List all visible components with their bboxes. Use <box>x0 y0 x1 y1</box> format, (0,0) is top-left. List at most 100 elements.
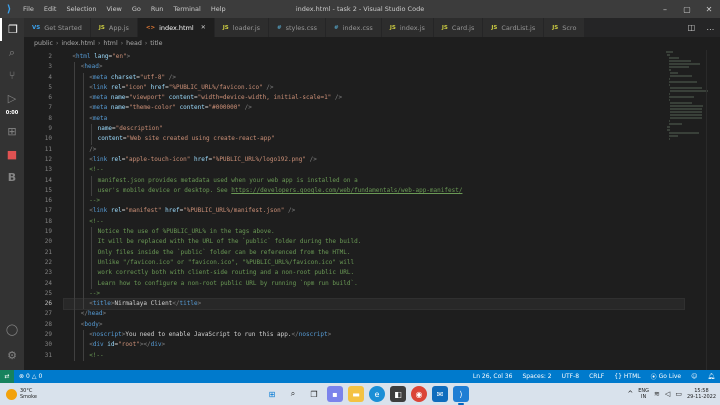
edge-icon[interactable]: e <box>369 386 385 402</box>
minimap[interactable] <box>664 50 708 370</box>
maximize-icon[interactable]: ▢ <box>676 0 698 18</box>
settings-gear-icon[interactable]: ⚙ <box>0 344 24 367</box>
code-line[interactable]: <meta name="theme-color" content="#00000… <box>64 103 684 113</box>
code-line[interactable]: --> <box>64 289 684 299</box>
source-control-icon[interactable]: ⑂ <box>0 64 24 87</box>
tab-get-started[interactable]: VS Get Started <box>24 18 91 37</box>
encoding[interactable]: UTF-8 <box>557 373 585 380</box>
code-line[interactable]: <meta name="viewport" content="width=dev… <box>64 93 684 103</box>
notifications-icon[interactable]: 🔔︎ <box>702 373 720 380</box>
breadcrumb-item[interactable]: head <box>126 40 142 47</box>
run-debug-icon[interactable]: ▷ <box>0 87 24 110</box>
chevron-up-icon[interactable]: ^ <box>627 390 633 398</box>
code-line[interactable]: <noscript>You need to enable JavaScript … <box>64 330 684 340</box>
tab-index-css[interactable]: # index.css <box>326 18 382 37</box>
chrome-icon[interactable]: ◉ <box>411 386 427 402</box>
code-line[interactable]: <meta <box>64 114 684 124</box>
code-line[interactable]: <head> <box>64 62 684 72</box>
code-line[interactable]: It will be replaced with the URL of the … <box>64 237 684 247</box>
code-line[interactable]: <html lang="en"> <box>64 52 684 62</box>
code-line[interactable]: manifest.json provides metadata used whe… <box>64 176 684 186</box>
code-line[interactable]: <!-- <box>64 217 684 227</box>
code-line[interactable]: <div id="root"></div> <box>64 340 684 350</box>
cursor-position[interactable]: Ln 26, Col 36 <box>468 373 518 380</box>
indentation[interactable]: Spaces: 2 <box>517 373 556 380</box>
token-link[interactable]: https://developers.google.com/web/fundam… <box>231 187 462 194</box>
code-line[interactable]: <!-- <box>64 351 684 361</box>
volume-icon[interactable]: ◁ <box>665 390 670 398</box>
tab-loader-js[interactable]: JS loader.js <box>214 18 270 37</box>
code-line[interactable]: Only files inside the `public` folder ca… <box>64 248 684 258</box>
menu-file[interactable]: File <box>18 0 39 18</box>
tab-close-icon[interactable]: ✕ <box>201 24 206 31</box>
stop-icon[interactable]: ■ <box>0 143 24 166</box>
code-line[interactable]: user's mobile device or desktop. See htt… <box>64 186 684 196</box>
code-line[interactable]: <body> <box>64 320 684 330</box>
menu-edit[interactable]: Edit <box>39 0 62 18</box>
problems-indicator[interactable]: ⊗ 0 △ 0 <box>14 373 47 380</box>
tab-app-js[interactable]: JS App.js <box>90 18 138 37</box>
task-view-icon[interactable]: ❐ <box>306 386 322 402</box>
code-line[interactable]: Learn how to configure a non-root public… <box>64 279 684 289</box>
tab-cardlist-js[interactable]: JS CardList.js <box>483 18 545 37</box>
code-line[interactable]: </head> <box>64 309 684 319</box>
code-line[interactable]: content="Web site created using create-r… <box>64 134 684 144</box>
code-line[interactable]: <title>Nirmalaya Client</title> <box>63 298 685 311</box>
store-icon[interactable]: ◧ <box>390 386 406 402</box>
code-line[interactable]: --> <box>64 196 684 206</box>
breadcrumb-item[interactable]: public <box>34 40 53 47</box>
search-icon[interactable]: ⌕ <box>285 386 301 402</box>
battery-icon[interactable]: ▭ <box>675 390 682 398</box>
tab-styles-css[interactable]: # styles.css <box>269 18 327 37</box>
files-icon[interactable]: ❐ <box>0 18 24 41</box>
tab-index-js[interactable]: JS index.js <box>381 18 434 37</box>
minimize-icon[interactable]: – <box>654 0 676 18</box>
code-line[interactable]: <meta charset="utf-8" /> <box>64 73 684 83</box>
editor-scrollbar[interactable] <box>706 50 720 370</box>
feedback-icon[interactable]: ☺ <box>686 373 702 380</box>
search-icon[interactable]: ⌕ <box>0 41 24 64</box>
menu-run[interactable]: Run <box>146 0 168 18</box>
windows-start-icon[interactable]: ⊞ <box>264 386 280 402</box>
breadcrumb-item[interactable]: index.html <box>61 40 95 47</box>
code-line[interactable]: work correctly both with client-side rou… <box>64 268 684 278</box>
code-lines[interactable]: <html lang="en"> <head> <meta charset="utf… <box>63 52 685 361</box>
language-indicator[interactable]: ENG IN <box>638 388 649 401</box>
mail-icon[interactable]: ✉ <box>432 386 448 402</box>
code-line[interactable]: name="description" <box>64 124 684 134</box>
menu-view[interactable]: View <box>101 0 126 18</box>
code-line[interactable]: Notice the use of %PUBLIC_URL% in the ta… <box>64 227 684 237</box>
vscode-taskbar-icon[interactable]: ⟩ <box>453 386 469 405</box>
file-explorer-icon[interactable]: ▬ <box>348 386 364 402</box>
account-icon[interactable]: ◯ <box>0 318 24 341</box>
code-line[interactable]: <!-- <box>64 165 684 175</box>
menu-selection[interactable]: Selection <box>61 0 101 18</box>
chat-icon[interactable]: ▪ <box>327 386 343 402</box>
code-line[interactable]: <link rel="apple-touch-icon" href="%PUBL… <box>64 155 684 165</box>
language-mode[interactable]: {} HTML <box>609 373 645 380</box>
tab-index-html[interactable]: <> index.html ✕ <box>137 18 215 37</box>
split-editor-icon[interactable]: ◫ <box>688 23 696 32</box>
menu-help[interactable]: Help <box>206 0 231 18</box>
menu-terminal[interactable]: Terminal <box>168 0 205 18</box>
extensions-icon[interactable]: ⊞ <box>0 120 24 143</box>
code-line[interactable]: <link rel="icon" href="%PUBLIC_URL%/favi… <box>64 83 684 93</box>
code-line[interactable]: Unlike "/favicon.ico" or "favicon.ico", … <box>64 258 684 268</box>
weather-widget[interactable]: 30°C Smoke <box>0 388 80 400</box>
b-icon[interactable]: B <box>0 166 24 189</box>
tab-scro[interactable]: JS Scro <box>544 18 586 37</box>
more-actions-icon[interactable]: … <box>706 23 714 32</box>
close-icon[interactable]: ✕ <box>698 0 720 18</box>
code-line[interactable]: <link rel="manifest" href="%PUBLIC_URL%/… <box>64 206 684 216</box>
go-live-button[interactable]: ⦿ Go Live <box>646 372 687 381</box>
code-line[interactable]: /> <box>64 145 684 155</box>
breadcrumb-item[interactable]: html <box>103 40 117 47</box>
clock[interactable]: 15:58 29-11-2022 <box>687 388 716 401</box>
end-of-line[interactable]: CRLF <box>584 373 609 380</box>
menu-go[interactable]: Go <box>127 0 146 18</box>
wifi-icon[interactable]: ≋ <box>654 390 660 398</box>
breadcrumb-item[interactable]: title <box>150 40 162 47</box>
tab-card-js[interactable]: JS Card.js <box>433 18 484 37</box>
remote-indicator-icon[interactable]: ⇄ <box>0 370 14 383</box>
code-editor[interactable]: 2 3 4 5 6 7 8 9 10 11 12 13 14 15 16 17 18 19 20 21 22 23 24 25… <box>24 50 720 370</box>
